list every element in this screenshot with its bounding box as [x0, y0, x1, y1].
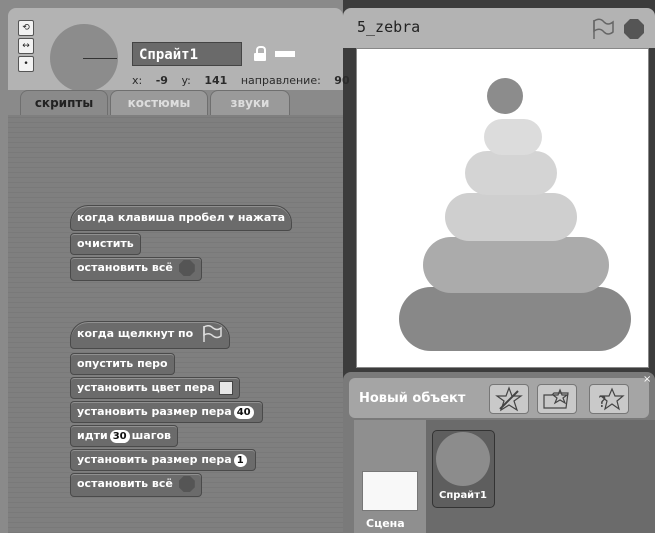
project-title: 5_zebra: [357, 18, 421, 36]
choose-sprite-file-button[interactable]: [537, 384, 577, 414]
tab-costumes[interactable]: костюмы: [110, 90, 208, 116]
sprite-name-field[interactable]: Спрайт1: [132, 42, 242, 66]
rotate-flip-icon[interactable]: ↔: [18, 38, 34, 54]
stage-label: Сцена: [366, 517, 405, 530]
move-label: идти: [77, 429, 108, 442]
key-dropdown[interactable]: пробел ▾: [178, 211, 234, 224]
pen-size-input[interactable]: 40: [233, 406, 254, 419]
direction-value: 90: [334, 74, 350, 87]
stop-all-block-2[interactable]: остановить всё: [70, 473, 202, 497]
paint-star-icon: [495, 386, 523, 412]
new-object-bar: Новый объект ? ×: [349, 374, 651, 418]
direction-label: направление:: [240, 74, 321, 87]
pen-color-swatch[interactable]: [218, 381, 233, 395]
tab-sounds[interactable]: звуки: [210, 90, 290, 116]
set-pen-size-block-2[interactable]: установить размер пера 1: [70, 449, 256, 471]
stage-header: 5_zebra: [343, 8, 655, 48]
set-pen-color-label: установить цвет пера: [77, 381, 215, 394]
top-ball: [487, 78, 523, 114]
y-label: y:: [181, 74, 191, 87]
tab-scripts[interactable]: скрипты: [20, 90, 108, 115]
sprite-card-thumbnail: [436, 432, 490, 486]
stage-thumbnail[interactable]: [362, 471, 418, 511]
ring-5: [423, 237, 609, 293]
green-flag-icon[interactable]: [591, 18, 615, 40]
stop-icon[interactable]: [623, 18, 645, 40]
random-sprite-button[interactable]: ?: [589, 384, 629, 414]
y-value: 141: [204, 74, 228, 87]
direction-line: [83, 58, 117, 59]
pyramid-drawing: [399, 78, 631, 351]
set-pen-size-label-2: установить размер пера: [77, 453, 232, 466]
move-steps-input[interactable]: 30: [109, 430, 130, 443]
pen-down-label: опустить перо: [77, 357, 168, 370]
paint-new-sprite-button[interactable]: [489, 384, 529, 414]
pressed-label: нажата: [237, 211, 286, 224]
set-pen-size-label: установить размер пера: [77, 405, 232, 418]
stop-sign-icon: [178, 260, 195, 276]
pen-size-input-2[interactable]: 1: [233, 454, 247, 467]
folder-star-icon: [543, 388, 569, 409]
when-flag-clicked-block[interactable]: когда щелкнут по: [70, 321, 231, 349]
sprite-coordinates: x: -9 y: 141 направление: 90: [132, 74, 360, 87]
x-value: -9: [155, 74, 168, 87]
set-pen-size-block[interactable]: установить размер пера 40: [70, 401, 263, 423]
move-block[interactable]: идти 30 шагов: [70, 425, 178, 447]
clear-label: очистить: [77, 237, 134, 250]
rotate-full-icon[interactable]: ⟲: [18, 20, 34, 36]
stop-sign-icon-2: [178, 476, 195, 492]
when-key-pressed-block[interactable]: когда клавиша пробел ▾ нажата: [70, 205, 293, 231]
script-area[interactable]: когда клавиша пробел ▾ нажата очистить о…: [8, 115, 343, 533]
steps-label: шагов: [131, 429, 171, 442]
when-flag-label: когда щелкнут по: [77, 327, 194, 340]
x-label: x:: [132, 74, 143, 87]
key-value: пробел: [178, 211, 225, 224]
no-rotate-icon[interactable]: •: [18, 56, 34, 72]
stop-all-block-1[interactable]: остановить всё: [70, 257, 202, 281]
ring-2: [484, 119, 542, 155]
stop-all-label: остановить всё: [77, 261, 173, 274]
stage-canvas[interactable]: [356, 48, 649, 368]
ring-6: [399, 287, 631, 351]
close-icon[interactable]: ×: [643, 374, 655, 388]
lock-icon[interactable]: [254, 46, 266, 61]
set-pen-color-block[interactable]: установить цвет пера: [70, 377, 240, 399]
ring-3: [465, 151, 557, 195]
flag-icon: [203, 325, 222, 342]
sprite-info-panel: ⟲ ↔ • Спрайт1 x: -9 y: 141 направление: …: [8, 8, 350, 92]
svg-text:?: ?: [598, 392, 607, 411]
new-object-label: Новый объект: [359, 391, 466, 406]
ring-4: [445, 193, 577, 241]
when-key-label: когда клавиша: [77, 211, 175, 224]
clear-block[interactable]: очистить: [70, 233, 141, 255]
question-star-icon: ?: [598, 387, 625, 411]
stop-all-label-2: остановить всё: [77, 477, 173, 490]
sprite-card-label: Спрайт1: [439, 490, 487, 501]
pen-down-block[interactable]: опустить перо: [70, 353, 175, 375]
pen-indicator: [275, 51, 295, 57]
